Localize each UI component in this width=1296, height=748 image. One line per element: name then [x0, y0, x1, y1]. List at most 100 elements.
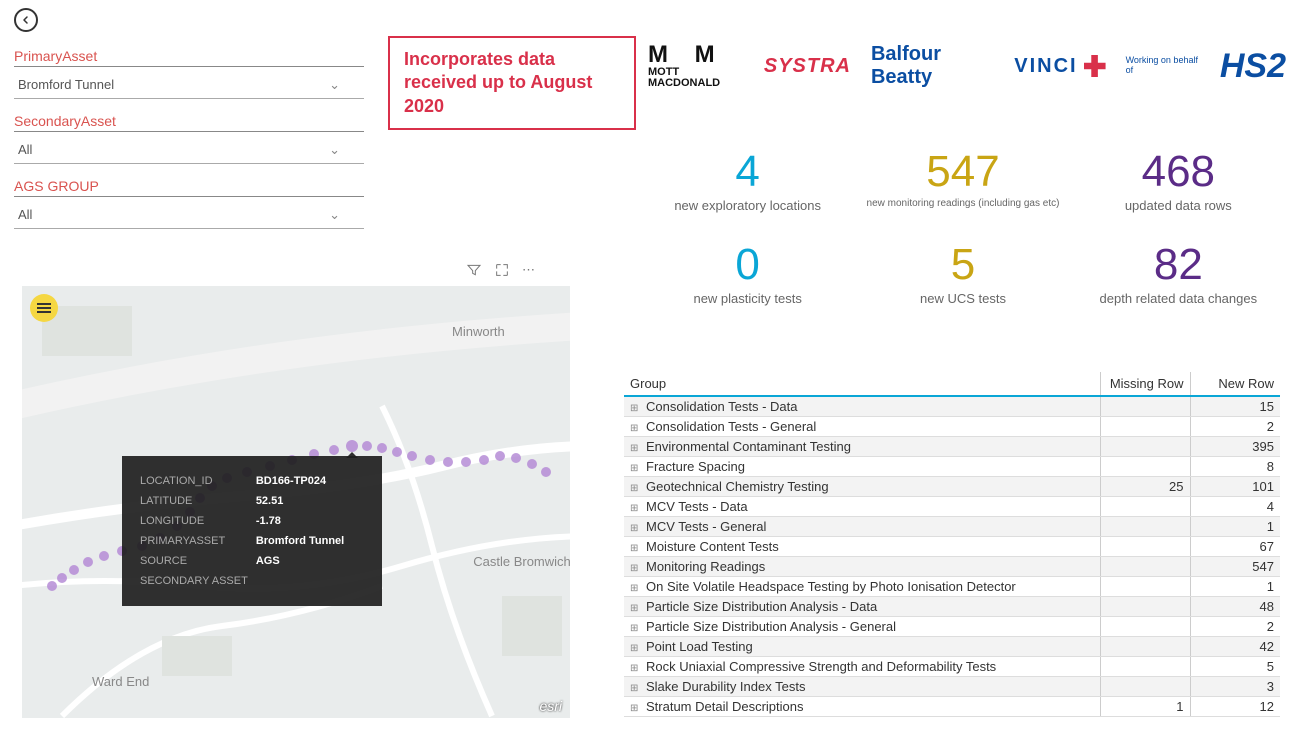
- table-row[interactable]: ⊞ Rock Uniaxial Compressive Strength and …: [624, 657, 1280, 677]
- expand-icon[interactable]: ⊞: [630, 663, 640, 674]
- tooltip-key: PRIMARYASSET: [140, 532, 254, 550]
- focus-mode-icon[interactable]: [494, 262, 510, 281]
- cell-missing: [1100, 437, 1190, 457]
- expand-icon[interactable]: ⊞: [630, 683, 640, 694]
- group-name: Environmental Contaminant Testing: [646, 439, 851, 454]
- expand-icon[interactable]: ⊞: [630, 703, 640, 714]
- expand-icon[interactable]: ⊞: [630, 583, 640, 594]
- back-button[interactable]: [14, 8, 38, 32]
- cell-newrow: 3: [1190, 677, 1280, 697]
- table-row[interactable]: ⊞Moisture Content Tests 67: [624, 537, 1280, 557]
- kpi-value: 82: [1071, 243, 1286, 287]
- table-row[interactable]: ⊞On Site Volatile Headspace Testing by P…: [624, 577, 1280, 597]
- table-row[interactable]: ⊞ Particle Size Distribution Analysis - D…: [624, 597, 1280, 617]
- primary-asset-select[interactable]: Bromford Tunnel ⌄: [14, 71, 364, 99]
- kpi-card: 0 new plasticity tests: [640, 243, 855, 306]
- tooltip-key: LONGITUDE: [140, 512, 254, 530]
- svg-text:Minworth: Minworth: [452, 324, 505, 339]
- more-options-icon[interactable]: ⋯: [522, 262, 535, 281]
- cell-newrow: 8: [1190, 457, 1280, 477]
- tooltip-value: -1.78: [256, 512, 350, 530]
- cell-missing: [1100, 657, 1190, 677]
- expand-icon[interactable]: ⊞: [630, 503, 640, 514]
- table-row[interactable]: ⊞Geotechnical Chemistry Testing 25 101: [624, 477, 1280, 497]
- cell-newrow: 5: [1190, 657, 1280, 677]
- filter-icon[interactable]: [466, 262, 482, 281]
- filter-label-primary: PrimaryAsset: [14, 48, 364, 67]
- expand-icon[interactable]: ⊞: [630, 623, 640, 634]
- table-row[interactable]: ⊞ Slake Durability Index Tests 3: [624, 677, 1280, 697]
- cell-newrow: 2: [1190, 617, 1280, 637]
- expand-icon[interactable]: ⊞: [630, 523, 640, 534]
- cell-missing: [1100, 637, 1190, 657]
- chevron-down-icon: ⌄: [329, 207, 340, 223]
- kpi-label: new monitoring readings (including gas e…: [855, 198, 1070, 209]
- group-table[interactable]: Group Missing Row New Row ⊞Consolidation…: [624, 372, 1280, 717]
- cell-missing: [1100, 417, 1190, 437]
- tooltip-key: SECONDARY ASSET: [140, 572, 254, 590]
- kpi-label: new plasticity tests: [640, 291, 855, 306]
- col-missing[interactable]: Missing Row: [1100, 372, 1190, 396]
- col-group[interactable]: Group: [624, 372, 1100, 396]
- expand-icon[interactable]: ⊞: [630, 483, 640, 494]
- logo-row: M M MOTT MACDONALD SYSTRA Balfour Beatty…: [648, 34, 1286, 98]
- ags-group-select[interactable]: All ⌄: [14, 201, 364, 229]
- table-row[interactable]: ⊞Stratum Detail Descriptions 1 12: [624, 697, 1280, 717]
- group-name: Stratum Detail Descriptions: [646, 699, 804, 714]
- cell-missing: [1100, 396, 1190, 417]
- group-name: Fracture Spacing: [646, 459, 745, 474]
- expand-icon[interactable]: ⊞: [630, 463, 640, 474]
- group-name: Particle Size Distribution Analysis - Da…: [646, 599, 877, 614]
- kpi-value: 547: [855, 150, 1070, 194]
- expand-icon[interactable]: ⊞: [630, 443, 640, 454]
- group-name: Rock Uniaxial Compressive Strength and D…: [646, 659, 996, 674]
- cell-newrow: 547: [1190, 557, 1280, 577]
- table-row[interactable]: ⊞Point Load Testing 42: [624, 637, 1280, 657]
- kpi-card: 82 depth related data changes: [1071, 243, 1286, 306]
- tooltip-value: AGS: [256, 552, 350, 570]
- map-tooltip: LOCATION_ID BD166-TP024LATITUDE 52.51LON…: [122, 456, 382, 606]
- expand-icon[interactable]: ⊞: [630, 543, 640, 554]
- expand-icon[interactable]: ⊞: [630, 643, 640, 654]
- cell-newrow: 15: [1190, 396, 1280, 417]
- table-row[interactable]: ⊞Consolidation Tests - Data 15: [624, 396, 1280, 417]
- table-row[interactable]: ⊞ MCV Tests - Data 4: [624, 497, 1280, 517]
- tooltip-value: 52.51: [256, 492, 350, 510]
- systra-logo: SYSTRA: [764, 55, 851, 78]
- table-row[interactable]: ⊞Particle Size Distribution Analysis - G…: [624, 617, 1280, 637]
- cell-newrow: 395: [1190, 437, 1280, 457]
- cell-missing: 1: [1100, 697, 1190, 717]
- expand-icon[interactable]: ⊞: [630, 403, 640, 414]
- expand-icon[interactable]: ⊞: [630, 563, 640, 574]
- cell-newrow: 2: [1190, 417, 1280, 437]
- group-name: MCV Tests - Data: [646, 499, 748, 514]
- data-date-note: Incorporates data received up to August …: [388, 36, 636, 130]
- secondary-asset-select[interactable]: All ⌄: [14, 136, 364, 164]
- visual-toolbar: ⋯: [466, 262, 535, 281]
- table-row[interactable]: ⊞ Fracture Spacing 8: [624, 457, 1280, 477]
- hs2-logo: HS2: [1220, 47, 1286, 86]
- map-visual[interactable]: Minworth Castle Bromwich Ward End LOCATI…: [22, 286, 570, 718]
- group-name: Slake Durability Index Tests: [646, 679, 805, 694]
- table-row[interactable]: ⊞Monitoring Readings 547: [624, 557, 1280, 577]
- map-menu-button[interactable]: [30, 294, 58, 322]
- col-newrow[interactable]: New Row: [1190, 372, 1280, 396]
- cell-missing: [1100, 617, 1190, 637]
- table-row[interactable]: ⊞MCV Tests - General 1: [624, 517, 1280, 537]
- table-row[interactable]: ⊞Consolidation Tests - General 2: [624, 417, 1280, 437]
- expand-icon[interactable]: ⊞: [630, 603, 640, 614]
- expand-icon[interactable]: ⊞: [630, 423, 640, 434]
- kpi-label: new exploratory locations: [640, 198, 855, 213]
- cell-newrow: 101: [1190, 477, 1280, 497]
- group-name: MCV Tests - General: [646, 519, 766, 534]
- kpi-value: 468: [1071, 150, 1286, 194]
- cell-missing: [1100, 577, 1190, 597]
- tooltip-value: Bromford Tunnel: [256, 532, 350, 550]
- cell-missing: [1100, 677, 1190, 697]
- kpi-grid: 4 new exploratory locations547 new monit…: [640, 150, 1286, 306]
- cell-newrow: 4: [1190, 497, 1280, 517]
- table-row[interactable]: ⊞ Environmental Contaminant Testing 395: [624, 437, 1280, 457]
- cell-missing: [1100, 497, 1190, 517]
- kpi-label: depth related data changes: [1071, 291, 1286, 306]
- cell-missing: [1100, 557, 1190, 577]
